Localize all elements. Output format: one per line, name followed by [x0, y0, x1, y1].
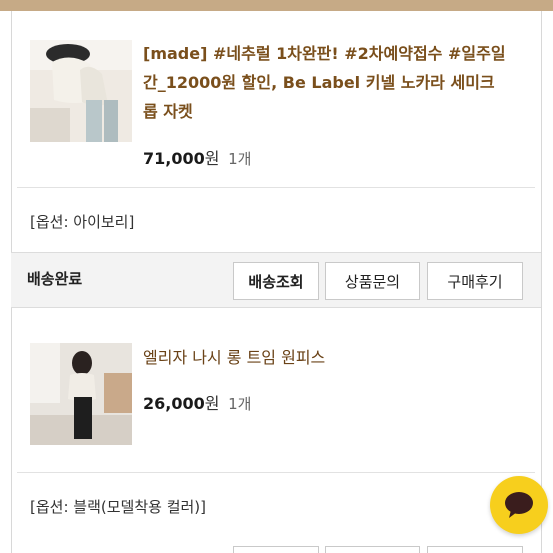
frame-border-right: [541, 11, 542, 553]
divider: [17, 187, 535, 188]
product-option: [옵션: 아이보리]: [30, 213, 135, 231]
product-price: 71,000원 1개: [143, 149, 252, 168]
product-quantity: 1개: [228, 395, 252, 413]
product-thumbnail[interactable]: [30, 40, 132, 142]
track-delivery-button-partial[interactable]: [233, 546, 319, 553]
product-thumbnail[interactable]: [30, 343, 132, 445]
delivery-status: 배송완료: [27, 270, 83, 288]
product-photo-icon: [30, 343, 132, 445]
product-option: [옵션: 블랙(모델착용 컬러)]: [30, 498, 206, 516]
divider: [17, 472, 535, 473]
write-review-button-partial[interactable]: [427, 546, 523, 553]
product-photo-icon: [30, 40, 132, 142]
product-inquiry-button-partial[interactable]: [325, 546, 420, 553]
write-review-button[interactable]: 구매후기: [427, 262, 523, 300]
product-quantity: 1개: [228, 150, 252, 168]
track-delivery-button[interactable]: 배송조회: [233, 262, 319, 300]
chat-button[interactable]: [490, 476, 548, 534]
product-title[interactable]: [made] #네추럴 1차완판! #2차예약접수 #일주일 간_12000원 …: [143, 39, 518, 126]
chat-bubble-icon: [505, 492, 533, 518]
product-title[interactable]: 엘리자 나시 롱 트임 원피스: [143, 343, 518, 372]
top-accent-bar: [0, 0, 553, 11]
order-status-bar: 배송완료 배송조회 상품문의 구매후기: [11, 252, 541, 308]
product-price: 26,000원 1개: [143, 394, 252, 413]
product-inquiry-button[interactable]: 상품문의: [325, 262, 420, 300]
